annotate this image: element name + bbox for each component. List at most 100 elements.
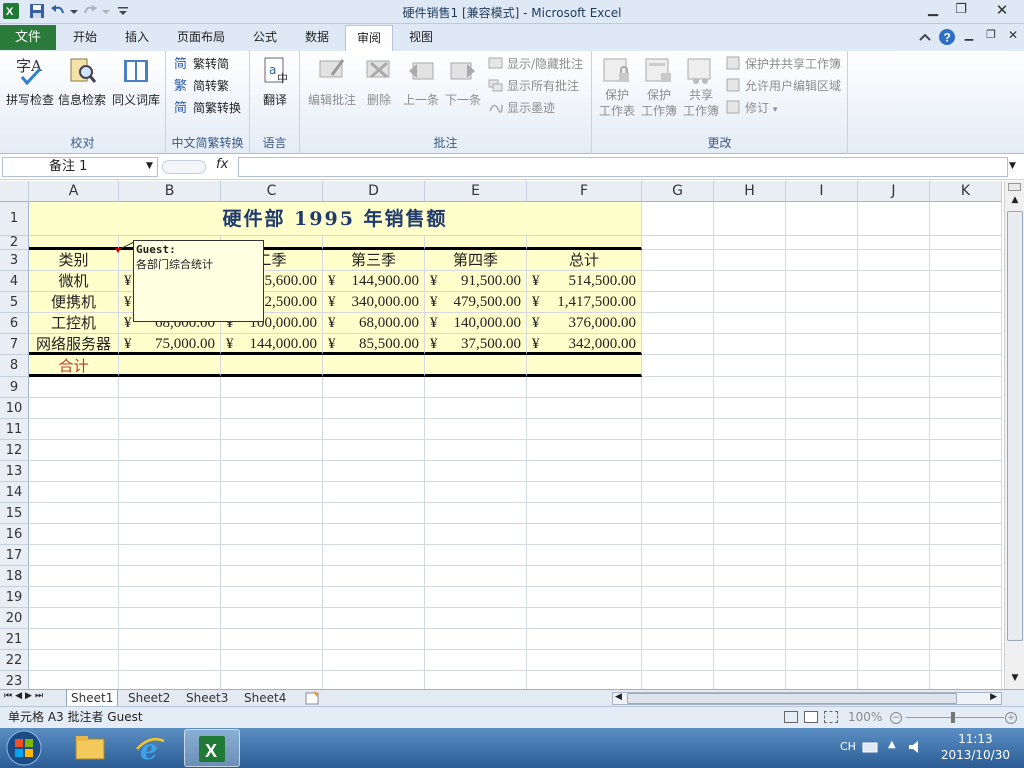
cell[interactable] (858, 461, 930, 482)
cell[interactable] (323, 587, 425, 608)
column-header-g[interactable]: G (642, 181, 714, 202)
cell[interactable] (29, 377, 119, 398)
restore-button[interactable]: ❐ (946, 0, 976, 22)
insert-function-button[interactable]: fx (216, 157, 228, 172)
cell[interactable] (858, 482, 930, 503)
minimize-button[interactable]: ▁ (918, 0, 948, 22)
total-cell[interactable] (221, 355, 323, 377)
cell[interactable] (858, 419, 930, 440)
cell[interactable] (930, 271, 1002, 292)
cell[interactable] (858, 398, 930, 419)
column-header-k[interactable]: K (930, 181, 1002, 202)
cell[interactable] (858, 545, 930, 566)
header-cell-a[interactable]: 类别 (29, 250, 119, 271)
row-header-13[interactable]: 13 (0, 461, 29, 482)
page-break-view-icon[interactable] (824, 711, 838, 723)
cell[interactable] (29, 671, 119, 689)
protect-share-button[interactable]: 保护并共享工作簿 (726, 54, 841, 74)
cell[interactable] (425, 398, 527, 419)
allow-edit-ranges-button[interactable]: 允许用户编辑区域 (726, 76, 841, 96)
cell[interactable] (714, 398, 786, 419)
cell[interactable] (930, 236, 1002, 250)
cell[interactable] (858, 440, 930, 461)
help-icon[interactable]: ? (938, 28, 956, 46)
cell[interactable] (29, 524, 119, 545)
cell[interactable] (221, 524, 323, 545)
cell[interactable] (29, 461, 119, 482)
zoom-slider-track[interactable] (906, 717, 1004, 718)
cell[interactable] (930, 440, 1002, 461)
cell[interactable] (642, 545, 714, 566)
cell[interactable] (323, 545, 425, 566)
spell-check-button[interactable]: 字A 拼写检查 (4, 55, 56, 108)
total-label-cell[interactable]: 合计 (29, 355, 119, 377)
amount-cell-b[interactable]: ¥75,000.00 (119, 334, 221, 355)
amount-cell-e[interactable]: ¥91,500.00 (425, 271, 527, 292)
amount-cell-c[interactable]: ¥144,000.00 (221, 334, 323, 355)
cell[interactable] (642, 398, 714, 419)
cell[interactable] (221, 608, 323, 629)
cell[interactable] (29, 566, 119, 587)
row-header-1[interactable]: 1 (0, 202, 29, 236)
sheet-tab-2[interactable]: Sheet2 (124, 690, 174, 707)
cell[interactable] (221, 650, 323, 671)
cell[interactable] (786, 587, 858, 608)
row-header-4[interactable]: 4 (0, 271, 29, 292)
cell[interactable] (930, 650, 1002, 671)
row-header-23[interactable]: 23 (0, 671, 29, 689)
cell[interactable] (858, 650, 930, 671)
cell[interactable] (425, 587, 527, 608)
cell[interactable] (425, 440, 527, 461)
taskbar-excel[interactable]: X (184, 729, 240, 767)
cell[interactable] (858, 377, 930, 398)
trad-to-simp-button[interactable]: 简繁转简 (174, 54, 229, 74)
row-header-19[interactable]: 19 (0, 587, 29, 608)
total-cell[interactable] (323, 355, 425, 377)
cell[interactable] (714, 524, 786, 545)
cell[interactable] (642, 440, 714, 461)
cell[interactable] (221, 629, 323, 650)
row-header-21[interactable]: 21 (0, 629, 29, 650)
cell[interactable] (714, 587, 786, 608)
cell[interactable] (786, 440, 858, 461)
page-layout-view-icon[interactable] (804, 711, 818, 723)
cell[interactable] (119, 566, 221, 587)
cell[interactable] (642, 461, 714, 482)
tab-data[interactable]: 数据 (294, 25, 340, 51)
row-header-18[interactable]: 18 (0, 566, 29, 587)
cell[interactable] (527, 566, 642, 587)
close-button[interactable]: ✕ (982, 0, 1022, 22)
cell[interactable] (714, 671, 786, 689)
cell[interactable] (642, 377, 714, 398)
cell[interactable] (714, 202, 786, 236)
cell[interactable] (714, 419, 786, 440)
amount-cell-e[interactable]: ¥37,500.00 (425, 334, 527, 355)
simp-to-trad-button[interactable]: 繁简转繁 (174, 76, 229, 96)
cell[interactable] (29, 482, 119, 503)
cell[interactable] (119, 398, 221, 419)
taskbar-ie[interactable]: e (122, 729, 178, 767)
cell[interactable] (786, 482, 858, 503)
cell[interactable] (119, 503, 221, 524)
name-box[interactable]: 备注 1 (2, 157, 158, 177)
row-header-15[interactable]: 15 (0, 503, 29, 524)
cell[interactable] (527, 398, 642, 419)
scroll-down-arrow[interactable]: ▼ (1007, 673, 1023, 687)
cell[interactable] (858, 250, 930, 271)
cell[interactable] (425, 503, 527, 524)
amount-cell-d[interactable]: ¥340,000.00 (323, 292, 425, 313)
cell[interactable] (714, 377, 786, 398)
amount-cell-d[interactable]: ¥85,500.00 (323, 334, 425, 355)
cell[interactable] (786, 650, 858, 671)
cell[interactable] (119, 482, 221, 503)
row-header-16[interactable]: 16 (0, 524, 29, 545)
cell[interactable] (527, 461, 642, 482)
cell[interactable] (221, 461, 323, 482)
cell[interactable] (930, 419, 1002, 440)
cell[interactable] (29, 608, 119, 629)
cell[interactable] (930, 608, 1002, 629)
cell[interactable] (858, 292, 930, 313)
cell[interactable] (642, 202, 714, 236)
amount-cell-f[interactable]: ¥376,000.00 (527, 313, 642, 334)
cell[interactable] (858, 334, 930, 355)
